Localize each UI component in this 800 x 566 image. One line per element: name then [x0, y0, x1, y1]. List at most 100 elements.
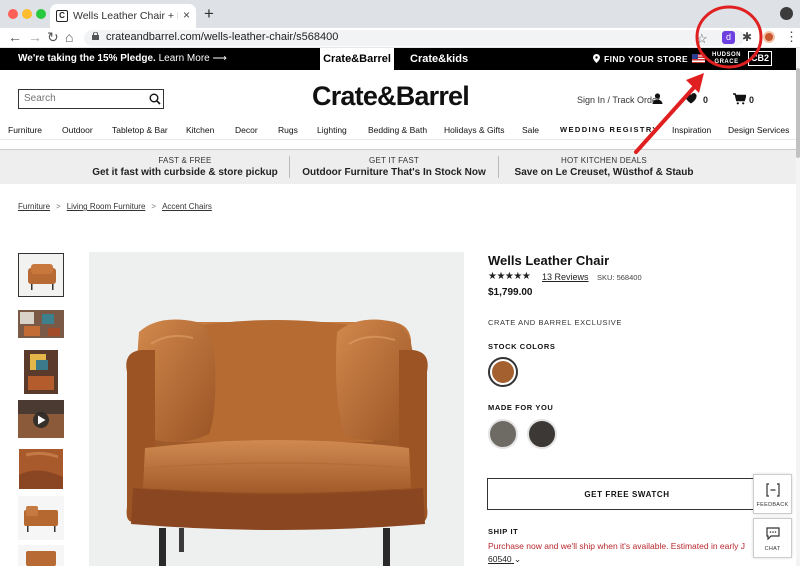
stock-colors-heading: STOCK COLORS: [488, 342, 556, 351]
find-store-link[interactable]: FIND YOUR STORE: [593, 54, 688, 64]
strip-item-headline: Get it fast with curbside & store pickup: [92, 167, 278, 178]
cart-icon[interactable]: [733, 93, 746, 105]
pledge-message: We're taking the 15% Pledge. Learn More …: [18, 53, 227, 64]
hudson-grace-line1: HUDSON: [712, 52, 742, 58]
extensions-puzzle-icon[interactable]: ✱: [742, 30, 752, 44]
browser-toolbar: ← → ↻ ⌂ crateandbarrel.com/wells-leather…: [0, 28, 800, 48]
exclusive-label: CRATE AND BARREL EXCLUSIVE: [488, 318, 622, 327]
scrollbar-thumb[interactable]: [796, 68, 800, 158]
nav-design-services[interactable]: Design Services: [728, 125, 789, 135]
sku-number: SKU: 568400: [597, 273, 642, 282]
bookmark-star-icon[interactable]: ☆: [696, 31, 708, 47]
thumbnail-video[interactable]: [18, 398, 64, 442]
zip-code-link[interactable]: 60540 ⌄: [488, 554, 521, 565]
strip-item-kitchen-deals[interactable]: HOT KITCHEN DEALS Save on Le Creuset, Wü…: [502, 150, 706, 185]
thumbnail-chair-front[interactable]: [18, 253, 64, 297]
browser-tab[interactable]: C Wells Leather Chair + Reviews ×: [50, 4, 196, 28]
maximize-window-button[interactable]: [36, 9, 46, 19]
reviews-link[interactable]: 13 Reviews: [542, 272, 589, 282]
nav-holidays-gifts[interactable]: Holidays & Gifts: [444, 125, 504, 135]
nav-tabletop-bar[interactable]: Tabletop & Bar: [112, 125, 168, 135]
chat-label: CHAT: [764, 546, 781, 552]
feedback-widget[interactable]: FEEDBACK: [753, 474, 792, 514]
feedback-label: FEEDBACK: [756, 502, 789, 508]
get-free-swatch-button[interactable]: GET FREE SWATCH: [487, 478, 767, 510]
nav-furniture[interactable]: Furniture: [8, 125, 42, 135]
nav-sale[interactable]: Sale: [522, 125, 539, 135]
thumbnail-side-view[interactable]: [18, 496, 64, 540]
chevron-down-icon: ⌄: [514, 554, 522, 564]
browser-menu-icon[interactable]: ⋮: [785, 29, 798, 45]
heart-icon[interactable]: [685, 93, 697, 104]
strip-item-pickup[interactable]: FAST & FREE Get it fast with curbside & …: [60, 150, 310, 185]
breadcrumb-living-room[interactable]: Living Room Furniture: [67, 202, 146, 211]
breadcrumb-accent-chairs[interactable]: Accent Chairs: [162, 202, 212, 211]
learn-more-link[interactable]: Learn More: [159, 53, 210, 64]
product-main-image[interactable]: [89, 252, 464, 566]
back-icon[interactable]: ←: [8, 29, 22, 45]
nav-bedding-bath[interactable]: Bedding & Bath: [368, 125, 427, 135]
location-pin-icon: [593, 54, 600, 63]
thumbnail-back[interactable]: [18, 545, 64, 566]
detail-thumbnail-image: [18, 447, 64, 491]
cb2-link[interactable]: CB2: [748, 51, 772, 66]
url-text: crateandbarrel.com/wells-leather-chair/s…: [106, 31, 339, 43]
thumbnail-room-scene[interactable]: [18, 302, 64, 346]
search-icon[interactable]: [149, 93, 161, 105]
video-thumbnail-image: [18, 398, 64, 442]
nav-decor[interactable]: Decor: [235, 125, 258, 135]
search-box[interactable]: [18, 89, 164, 109]
hudson-grace-link[interactable]: HUDSON GRACE: [712, 52, 741, 66]
thumbnail-art-wall[interactable]: [18, 350, 64, 394]
user-icon[interactable]: [652, 93, 663, 104]
extension-icon[interactable]: d: [722, 31, 735, 44]
reload-icon[interactable]: ↻: [47, 29, 59, 46]
nav-outdoor[interactable]: Outdoor: [62, 125, 93, 135]
chat-widget[interactable]: CHAT: [753, 518, 792, 558]
main-nav: Furniture Outdoor Tabletop & Bar Kitchen…: [0, 122, 796, 140]
made-for-you-heading: MADE FOR YOU: [488, 403, 554, 412]
ship-it-heading: SHIP IT: [488, 527, 519, 536]
nav-kitchen[interactable]: Kitchen: [186, 125, 214, 135]
tab-close-icon[interactable]: ×: [183, 8, 190, 22]
forward-icon[interactable]: →: [28, 29, 42, 45]
nav-wedding-registry[interactable]: WEDDING REGISTRY: [560, 125, 659, 134]
strip-item-kicker: FAST & FREE: [158, 156, 212, 165]
brand-tab-crate-barrel[interactable]: Crate&Barrel: [320, 48, 394, 70]
strip-item-headline: Save on Le Creuset, Wüsthof & Staub: [514, 167, 694, 178]
swatch-made-dark[interactable]: [527, 419, 557, 449]
us-flag-icon[interactable]: [692, 54, 705, 63]
swatch-made-gray[interactable]: [488, 419, 518, 449]
address-bar[interactable]: crateandbarrel.com/wells-leather-chair/s…: [84, 30, 744, 46]
close-window-button[interactable]: [8, 9, 18, 19]
strip-item-outdoor[interactable]: GET IT FAST Outdoor Furniture That's In …: [294, 150, 494, 185]
strip-item-kicker: HOT KITCHEN DEALS: [561, 156, 647, 165]
sign-in-link[interactable]: Sign In / Track Order: [577, 95, 660, 105]
browser-tab-bar: C Wells Leather Chair + Reviews × +: [0, 0, 800, 28]
tab-search-icon[interactable]: [780, 7, 793, 20]
product-title: Wells Leather Chair: [488, 253, 610, 268]
search-input[interactable]: [24, 93, 144, 104]
breadcrumb-furniture[interactable]: Furniture: [18, 202, 50, 211]
nav-inspiration[interactable]: Inspiration: [672, 125, 711, 135]
swatch-stock-color[interactable]: [488, 357, 518, 387]
new-tab-icon[interactable]: +: [204, 4, 214, 24]
nav-lighting[interactable]: Lighting: [317, 125, 347, 135]
home-icon[interactable]: ⌂: [65, 29, 73, 45]
thumbnail-detail[interactable]: [18, 447, 64, 491]
profile-avatar[interactable]: [763, 31, 775, 43]
pledge-text: We're taking the 15% Pledge.: [18, 53, 156, 64]
strip-divider: [498, 156, 499, 178]
swatch-fill: [492, 361, 514, 383]
rating-stars-icon[interactable]: ★★★★★: [488, 271, 531, 282]
nav-rugs[interactable]: Rugs: [278, 125, 298, 135]
promo-strip: FAST & FREE Get it fast with curbside & …: [0, 149, 796, 184]
ship-estimate-message: Purchase now and we'll ship when it's av…: [488, 541, 745, 551]
minimize-window-button[interactable]: [22, 9, 32, 19]
brand-tab-crate-kids[interactable]: Crate&kids: [410, 53, 468, 65]
crate-barrel-logo[interactable]: Crate&Barrel: [312, 81, 470, 112]
crate-favicon-icon: C: [56, 10, 68, 22]
page-scrollbar[interactable]: [796, 48, 800, 566]
breadcrumb: Furniture > Living Room Furniture > Accent C…: [18, 202, 212, 211]
favorites-count: 0: [703, 95, 709, 105]
